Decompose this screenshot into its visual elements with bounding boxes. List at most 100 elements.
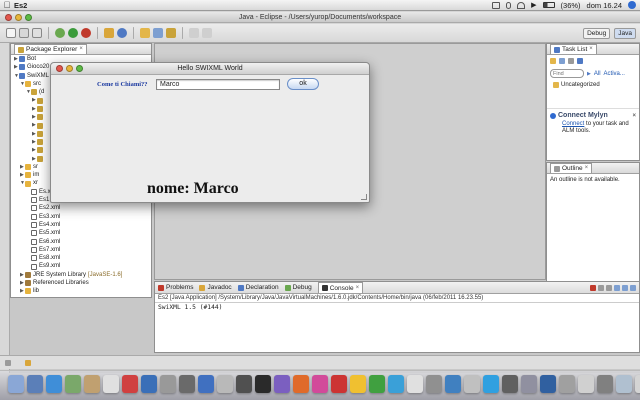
- dock-app-icon[interactable]: [483, 375, 499, 393]
- new-file-icon[interactable]: [6, 28, 16, 38]
- new-class-icon[interactable]: [117, 28, 127, 38]
- dock-app-icon[interactable]: [635, 375, 640, 393]
- resize-grip-icon[interactable]: [361, 194, 367, 200]
- dock-app-icon[interactable]: [426, 375, 442, 393]
- pin-console-icon[interactable]: [622, 284, 628, 291]
- tree-item[interactable]: ▶ lib: [14, 287, 151, 295]
- sync-icon[interactable]: [559, 58, 565, 64]
- dock-app-icon[interactable]: [84, 375, 100, 393]
- debug-icon[interactable]: [55, 28, 65, 38]
- dock-app-icon[interactable]: [540, 375, 556, 393]
- close-window-icon[interactable]: [5, 14, 12, 21]
- dock-app-icon[interactable]: [350, 375, 366, 393]
- bluetooth-icon[interactable]: [506, 1, 512, 9]
- spotlight-icon[interactable]: [628, 1, 636, 9]
- tree-item[interactable]: Es4.xml: [14, 221, 151, 229]
- tab-problems[interactable]: Problems: [158, 284, 193, 291]
- close-icon[interactable]: ×: [356, 285, 360, 291]
- dock-app-icon[interactable]: [293, 375, 309, 393]
- dock-app-icon[interactable]: [103, 375, 119, 393]
- annotation-icon[interactable]: [166, 28, 176, 38]
- terminate-icon[interactable]: [590, 284, 596, 291]
- tab-package-explorer[interactable]: Package Explorer ×: [14, 44, 87, 54]
- dock-app-icon[interactable]: [369, 375, 385, 393]
- clear-console-icon[interactable]: [606, 284, 612, 291]
- new-task-icon[interactable]: [550, 58, 556, 64]
- forward-icon[interactable]: [202, 28, 212, 38]
- task-category[interactable]: Uncategorized: [547, 80, 639, 90]
- dock-app-icon[interactable]: [46, 375, 62, 393]
- open-console-icon[interactable]: [630, 284, 636, 291]
- filter-all[interactable]: All: [594, 71, 601, 77]
- tree-item[interactable]: Es3.xml: [14, 213, 151, 221]
- search-icon[interactable]: [153, 28, 163, 38]
- new-java-project-icon[interactable]: [104, 28, 114, 38]
- app-menu[interactable]: Es2: [14, 1, 27, 10]
- close-icon[interactable]: ×: [632, 113, 636, 119]
- scroll-lock-icon[interactable]: [614, 284, 620, 291]
- dock-app-icon[interactable]: [122, 375, 138, 393]
- close-icon[interactable]: ×: [585, 164, 589, 173]
- tree-item[interactable]: ▶ JRE System Library [JavaSE-1.6]: [14, 271, 151, 279]
- tree-item[interactable]: Es8.xml: [14, 254, 151, 262]
- tab-console[interactable]: Console ×: [317, 282, 364, 293]
- status-icon[interactable]: [25, 360, 31, 366]
- minimize-window-icon[interactable]: [15, 14, 22, 21]
- tree-item[interactable]: ▶ Referenced Libraries: [14, 279, 151, 287]
- filter-activate[interactable]: Activa...: [604, 71, 625, 77]
- print-icon[interactable]: [32, 28, 42, 38]
- connect-link[interactable]: Connect: [562, 121, 584, 127]
- console-output[interactable]: SwiXML 1.5 (#144): [155, 303, 639, 312]
- dock-app-icon[interactable]: [217, 375, 233, 393]
- wifi-icon[interactable]: [517, 1, 526, 9]
- tab-outline[interactable]: Outline ×: [550, 163, 593, 173]
- clock[interactable]: dom 16.24: [587, 1, 622, 10]
- dock-app-icon[interactable]: [198, 375, 214, 393]
- tree-item[interactable]: Es9.xml: [14, 262, 151, 270]
- dock-app-icon[interactable]: [331, 375, 347, 393]
- perspective-java[interactable]: Java: [614, 28, 636, 39]
- dock-app-icon[interactable]: [312, 375, 328, 393]
- dock-app-icon[interactable]: [616, 375, 632, 393]
- dock-app-icon[interactable]: [521, 375, 537, 393]
- tree-item[interactable]: Es5.xml: [14, 229, 151, 237]
- dock-app-icon[interactable]: [559, 375, 575, 393]
- dialog-close-icon[interactable]: [56, 65, 63, 72]
- run-icon[interactable]: [68, 28, 78, 38]
- apple-menu-icon[interactable]: : [0, 0, 14, 10]
- screen-icon[interactable]: [492, 1, 501, 9]
- filter-icon[interactable]: [568, 58, 574, 64]
- ok-button[interactable]: ok: [287, 78, 319, 90]
- dock-app-icon[interactable]: [407, 375, 423, 393]
- dock-app-icon[interactable]: [160, 375, 176, 393]
- dock-app-icon[interactable]: [65, 375, 81, 393]
- tree-item[interactable]: Es6.xml: [14, 238, 151, 246]
- dock-app-icon[interactable]: [597, 375, 613, 393]
- dock-app-icon[interactable]: [464, 375, 480, 393]
- close-icon[interactable]: ×: [79, 45, 83, 54]
- perspective-debug[interactable]: Debug: [583, 28, 611, 39]
- dock-app-icon[interactable]: [179, 375, 195, 393]
- tab-task-list[interactable]: Task List ×: [550, 44, 597, 54]
- dock-app-icon[interactable]: [274, 375, 290, 393]
- tab-javadoc[interactable]: Javadoc: [199, 284, 232, 291]
- dock-app-icon[interactable]: [8, 375, 24, 393]
- dock-app-icon[interactable]: [236, 375, 252, 393]
- dock-app-icon[interactable]: [388, 375, 404, 393]
- dock-app-icon[interactable]: [27, 375, 43, 393]
- tree-item[interactable]: Es2.xml: [14, 204, 151, 212]
- collapse-icon[interactable]: [577, 58, 583, 64]
- tab-debug[interactable]: Debug: [284, 284, 312, 291]
- battery-icon[interactable]: [542, 2, 555, 8]
- volume-icon[interactable]: ▶: [531, 1, 536, 9]
- zoom-window-icon[interactable]: [25, 14, 32, 21]
- open-type-icon[interactable]: [140, 28, 150, 38]
- tree-item[interactable]: Es7.xml: [14, 246, 151, 254]
- remove-launch-icon[interactable]: [598, 284, 604, 291]
- dialog-zoom-icon[interactable]: [76, 65, 83, 72]
- dock-app-icon[interactable]: [502, 375, 518, 393]
- name-input[interactable]: Marco: [156, 79, 280, 90]
- find-input[interactable]: [550, 69, 584, 78]
- back-icon[interactable]: [189, 28, 199, 38]
- dock-app-icon[interactable]: [141, 375, 157, 393]
